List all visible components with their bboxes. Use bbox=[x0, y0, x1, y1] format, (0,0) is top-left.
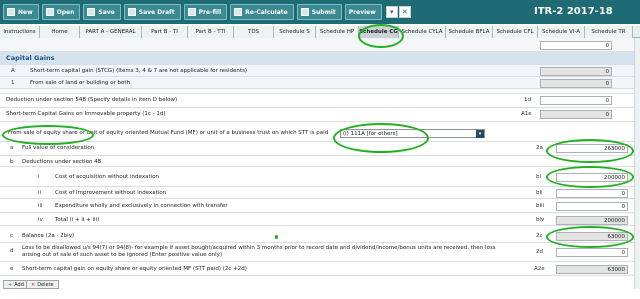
save-draft-button[interactable]: Save Draft bbox=[123, 4, 181, 20]
toolbar: New Open Save Save Draft Pre-fill Re-Cal… bbox=[0, 0, 640, 24]
row-label: Short-term capital gain (STCG) (Items 3,… bbox=[30, 68, 247, 74]
top-value-field[interactable]: 0 bbox=[540, 41, 612, 50]
value-field: 0 bbox=[540, 67, 612, 76]
save-button[interactable]: Save bbox=[83, 4, 121, 20]
section-header bbox=[0, 52, 634, 65]
row-code: a bbox=[10, 145, 14, 151]
preview-button[interactable]: Preview bbox=[344, 4, 382, 20]
row-label: Expenditure wholly and exclusively in co… bbox=[55, 203, 228, 209]
tab-schedule-cg[interactable]: Schedule CG bbox=[359, 26, 399, 38]
open-icon bbox=[45, 8, 54, 16]
chevron-down-icon: ▾ bbox=[476, 130, 484, 138]
row-label: Total (i + ii + iii) bbox=[55, 217, 100, 223]
full-value-field[interactable]: 263000 bbox=[556, 144, 628, 153]
expenditure-field[interactable]: 0 bbox=[556, 202, 628, 211]
submit-button[interactable]: Submit bbox=[296, 4, 342, 20]
tab-part-b-ti[interactable]: Part B - TI bbox=[142, 26, 188, 38]
row-label: From sale of land or building or both bbox=[30, 80, 130, 86]
loss-disallowed-field[interactable]: 0 bbox=[556, 248, 628, 257]
chevron-down-icon[interactable]: ▾ bbox=[385, 6, 398, 18]
add-button[interactable]: + Add bbox=[3, 280, 29, 289]
row-label: Deductions under section 48 bbox=[22, 159, 102, 165]
row-label: Short-term Capital Gains on Immovable pr… bbox=[6, 111, 166, 117]
prefill-icon bbox=[187, 8, 196, 16]
tab-part-a-general[interactable]: PART A - GENERAL bbox=[80, 26, 142, 38]
table-row bbox=[0, 38, 634, 52]
row-code: ii bbox=[38, 190, 42, 196]
row-code: e bbox=[10, 266, 14, 272]
row-code: 1d bbox=[524, 97, 531, 103]
row-code: A bbox=[11, 68, 15, 74]
row-code: 2a bbox=[536, 145, 543, 151]
row-label: Cost of Improvement without indexation bbox=[55, 190, 167, 196]
tab-bar: Instructions Home PART A - GENERAL Part … bbox=[0, 26, 640, 38]
cost-of-improvement-field[interactable]: 0 bbox=[556, 189, 628, 198]
value-field: 63000 bbox=[556, 265, 628, 274]
tab-schedule-tr[interactable]: Schedule TR bbox=[585, 26, 633, 38]
plus-icon: + bbox=[8, 281, 13, 288]
row-label: Deduction under section 54B (Specify det… bbox=[6, 97, 178, 103]
row-code: biii bbox=[536, 203, 545, 209]
row-label: Full value of consideration bbox=[22, 145, 95, 151]
new-icon bbox=[7, 8, 15, 16]
row-label: Balance (2a - 2biv) bbox=[22, 233, 75, 239]
row-code: iii bbox=[38, 203, 43, 209]
value-field: 63000 bbox=[556, 232, 628, 241]
row-code: 2c bbox=[536, 233, 543, 239]
row-code: bi bbox=[536, 174, 542, 180]
row-label: From sale of equity share or unit of equ… bbox=[8, 130, 329, 136]
submit-icon bbox=[300, 8, 309, 16]
save-draft-icon bbox=[127, 8, 136, 16]
row-code: bii bbox=[536, 190, 543, 196]
prefill-button[interactable]: Pre-fill bbox=[183, 4, 228, 20]
x-icon: ✕ bbox=[31, 281, 36, 288]
vertical-scrollbar[interactable] bbox=[634, 38, 640, 289]
section-select[interactable]: (i) 111A [for others] ▾ bbox=[340, 129, 485, 138]
tab-schedule-cyla[interactable]: Schedule CYLA bbox=[399, 26, 446, 38]
row-code: iv bbox=[38, 217, 43, 223]
row-code: d bbox=[10, 248, 14, 254]
tab-part-b-tti[interactable]: Part B - TTI bbox=[188, 26, 234, 38]
tab-home[interactable]: Home bbox=[40, 26, 80, 38]
row-code: 1 bbox=[11, 80, 15, 86]
save-icon bbox=[87, 8, 96, 16]
row-code: A1e bbox=[521, 111, 532, 117]
delete-button[interactable]: ✕ Delete bbox=[26, 280, 59, 289]
tab-schedule-s[interactable]: Schedule S bbox=[274, 26, 316, 38]
tab-instructions[interactable]: Instructions bbox=[0, 26, 40, 38]
row-code: c bbox=[10, 233, 14, 239]
row-label: Cost of acquisition without indexation bbox=[55, 174, 159, 180]
deduction-54b-field[interactable]: 0 bbox=[540, 96, 612, 105]
tab-schedule-hp[interactable]: Schedule HP bbox=[316, 26, 359, 38]
green-dot-icon bbox=[275, 235, 278, 239]
value-field: 0 bbox=[540, 110, 612, 119]
tab-schedule-bfla[interactable]: Schedule BFLA bbox=[446, 26, 493, 38]
tab-schedule-via[interactable]: Schedule VI-A bbox=[538, 26, 585, 38]
value-field: 200000 bbox=[556, 216, 628, 225]
tab-schedule-cfl[interactable]: Schedule CFL bbox=[493, 26, 538, 38]
recalculate-icon bbox=[234, 8, 243, 16]
row-code: 2d bbox=[536, 249, 543, 255]
form-title: ITR-2 2017-18 bbox=[534, 6, 613, 17]
row-label: Loss to be disallowed u/s 94(7) or 94(8)… bbox=[22, 245, 496, 258]
row-code: A2e bbox=[534, 266, 545, 272]
row-code: b bbox=[10, 159, 14, 165]
tab-tds[interactable]: TDS bbox=[234, 26, 274, 38]
open-button[interactable]: Open bbox=[41, 4, 81, 20]
cost-of-acquisition-field[interactable]: 200000 bbox=[556, 173, 628, 182]
close-icon[interactable]: ✕ bbox=[398, 6, 411, 18]
row-code: biv bbox=[536, 217, 545, 223]
recalculate-button[interactable]: Re-Calculate bbox=[230, 4, 294, 20]
section-title: Capital Gains bbox=[6, 54, 55, 62]
value-field: 0 bbox=[540, 79, 612, 88]
new-button[interactable]: New bbox=[3, 4, 39, 20]
row-label: Short-term capital gain on equity share … bbox=[22, 266, 247, 272]
row-code: i bbox=[38, 174, 40, 180]
